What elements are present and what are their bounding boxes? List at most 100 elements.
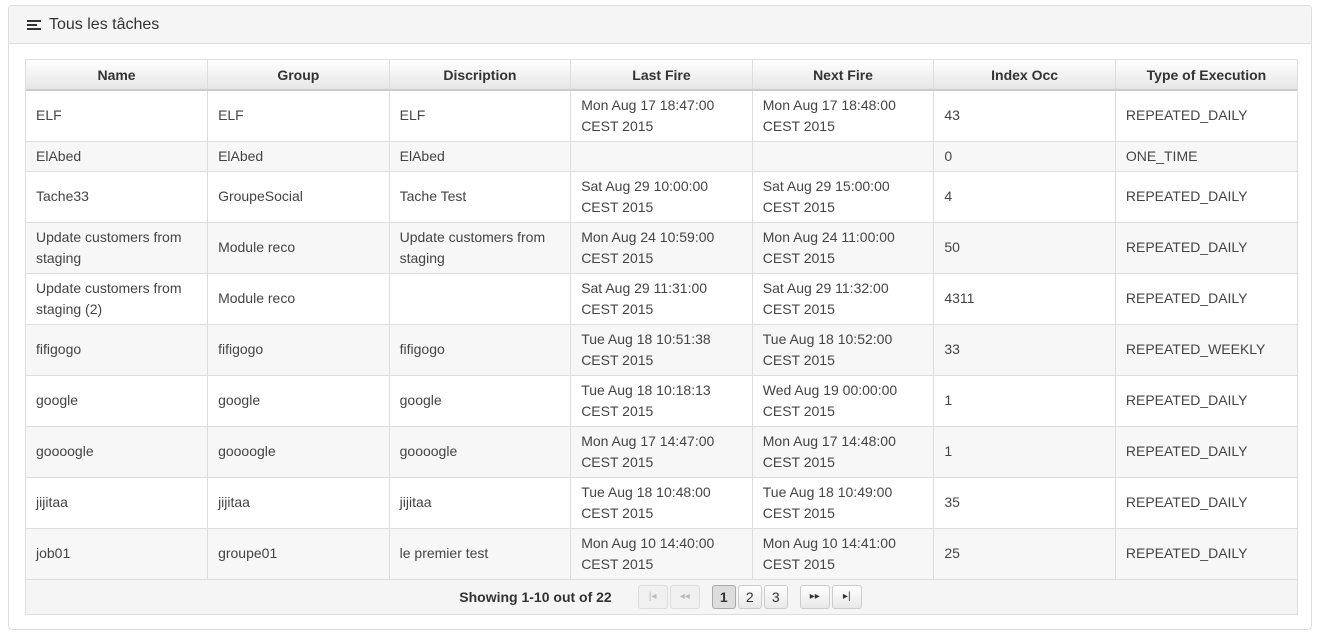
- cell-group: jijitaa: [207, 477, 390, 529]
- cell-index-occ: 4311: [933, 273, 1116, 325]
- cell-name: ElAbed: [26, 141, 209, 172]
- page-button-1[interactable]: 1: [711, 584, 736, 609]
- cell-next-fire: Mon Aug 10 14:41:00 CEST 2015: [752, 528, 935, 580]
- cell-type: REPEATED_DAILY: [1115, 375, 1297, 427]
- cell-next-fire: Mon Aug 24 11:00:00 CEST 2015: [752, 222, 935, 274]
- cell-description: goooogle: [389, 426, 572, 478]
- cell-name: google: [26, 375, 209, 427]
- cell-last-fire: Mon Aug 17 14:47:00 CEST 2015: [570, 426, 753, 478]
- cell-description: Update customers from staging: [389, 222, 572, 274]
- table-row[interactable]: ElAbed ElAbed ElAbed 0 ONE_TIME: [26, 141, 1297, 172]
- cell-last-fire: Mon Aug 10 14:40:00 CEST 2015: [570, 528, 753, 580]
- cell-index-occ: 50: [933, 222, 1116, 274]
- cell-description: le premier test: [389, 528, 572, 580]
- tasks-icon: [27, 19, 41, 30]
- first-page-icon: |◂: [648, 591, 657, 602]
- tasks-grid: Name Group Discription Last Fire Next Fi…: [25, 59, 1298, 615]
- table-row[interactable]: fifigogo fifigogo fifigogo Tue Aug 18 10:51…: [26, 324, 1297, 376]
- cell-description: jijitaa: [389, 477, 572, 529]
- cell-name: fifigogo: [26, 324, 209, 376]
- cell-group: groupe01: [207, 528, 390, 580]
- cell-index-occ: 4: [933, 171, 1116, 223]
- cell-next-fire: Tue Aug 18 10:49:00 CEST 2015: [752, 477, 935, 529]
- column-header-last-fire[interactable]: Last Fire: [570, 60, 753, 91]
- cell-index-occ: 33: [933, 324, 1116, 376]
- cell-group: ELF: [207, 90, 390, 142]
- cell-index-occ: 43: [933, 90, 1116, 142]
- table-row[interactable]: jijitaa jijitaa jijitaa Tue Aug 18 10:48:00…: [26, 477, 1297, 529]
- page-button-3[interactable]: 3: [763, 584, 788, 609]
- table-row[interactable]: Update customers from staging (2) Module …: [26, 273, 1297, 325]
- header-row: Name Group Discription Last Fire Next Fi…: [26, 60, 1297, 91]
- cell-next-fire: Mon Aug 17 18:48:00 CEST 2015: [752, 90, 935, 142]
- cell-group: Module reco: [207, 273, 390, 325]
- tasks-panel: Tous les tâches Name Group Discription L…: [8, 5, 1312, 630]
- cell-name: Update customers from staging (2): [26, 273, 209, 325]
- cell-type: REPEATED_WEEKLY: [1115, 324, 1297, 376]
- cell-next-fire: Wed Aug 19 00:00:00 CEST 2015: [752, 375, 935, 427]
- cell-group: ElAbed: [207, 141, 390, 172]
- cell-last-fire: Tue Aug 18 10:48:00 CEST 2015: [570, 477, 753, 529]
- cell-group: goooogle: [207, 426, 390, 478]
- cell-index-occ: 35: [933, 477, 1116, 529]
- column-header-description[interactable]: Discription: [389, 60, 572, 91]
- cell-next-fire: Sat Aug 29 11:32:00 CEST 2015: [752, 273, 935, 325]
- cell-last-fire: [570, 141, 753, 172]
- cell-next-fire: Tue Aug 18 10:52:00 CEST 2015: [752, 324, 935, 376]
- next-page-button[interactable]: ▸▸: [799, 584, 830, 609]
- table-row[interactable]: Tache33 GroupeSocial Tache Test Sat Aug 29 …: [26, 171, 1297, 223]
- cell-group: Module reco: [207, 222, 390, 274]
- cell-description: google: [389, 375, 572, 427]
- column-header-index-occ[interactable]: Index Occ: [933, 60, 1116, 91]
- table-row[interactable]: goooogle goooogle goooogle Mon Aug 17 14:47…: [26, 426, 1297, 478]
- last-page-icon: ▸|: [842, 591, 851, 602]
- cell-group: google: [207, 375, 390, 427]
- last-page-button[interactable]: ▸|: [831, 584, 862, 609]
- cell-type: REPEATED_DAILY: [1115, 90, 1297, 142]
- cell-next-fire: [752, 141, 935, 172]
- pager-status: Showing 1-10 out of 22: [459, 588, 612, 605]
- prev-page-button[interactable]: ◂◂: [669, 584, 700, 609]
- page-button-2[interactable]: 2: [737, 584, 762, 609]
- cell-description: ElAbed: [389, 141, 572, 172]
- table-row[interactable]: google google google Tue Aug 18 10:18:13 CE…: [26, 375, 1297, 427]
- cell-description: ELF: [389, 90, 572, 142]
- cell-name: goooogle: [26, 426, 209, 478]
- column-header-name[interactable]: Name: [26, 60, 209, 91]
- cell-name: Tache33: [26, 171, 209, 223]
- cell-name: job01: [26, 528, 209, 580]
- cell-next-fire: Mon Aug 17 14:48:00 CEST 2015: [752, 426, 935, 478]
- cell-index-occ: 0: [933, 141, 1116, 172]
- cell-last-fire: Tue Aug 18 10:51:38 CEST 2015: [570, 324, 753, 376]
- cell-name: ELF: [26, 90, 209, 142]
- column-header-next-fire[interactable]: Next Fire: [752, 60, 935, 91]
- column-header-type[interactable]: Type of Execution: [1115, 60, 1297, 91]
- cell-type: REPEATED_DAILY: [1115, 426, 1297, 478]
- next-page-icon: ▸▸: [809, 591, 820, 602]
- cell-type: ONE_TIME: [1115, 141, 1297, 172]
- cell-type: REPEATED_DAILY: [1115, 528, 1297, 580]
- cell-last-fire: Tue Aug 18 10:18:13 CEST 2015: [570, 375, 753, 427]
- table-row[interactable]: job01 groupe01 le premier test Mon Aug 10 1…: [26, 528, 1297, 580]
- cell-next-fire: Sat Aug 29 15:00:00 CEST 2015: [752, 171, 935, 223]
- cell-type: REPEATED_DAILY: [1115, 477, 1297, 529]
- cell-group: GroupeSocial: [207, 171, 390, 223]
- column-header-group[interactable]: Group: [207, 60, 390, 91]
- cell-group: fifigogo: [207, 324, 390, 376]
- cell-index-occ: 25: [933, 528, 1116, 580]
- cell-last-fire: Mon Aug 24 10:59:00 CEST 2015: [570, 222, 753, 274]
- first-page-button[interactable]: |◂: [637, 584, 668, 609]
- cell-last-fire: Mon Aug 17 18:47:00 CEST 2015: [570, 90, 753, 142]
- prev-page-icon: ◂◂: [679, 591, 690, 602]
- cell-last-fire: Sat Aug 29 11:31:00 CEST 2015: [570, 273, 753, 325]
- cell-type: REPEATED_DAILY: [1115, 222, 1297, 274]
- cell-description: fifigogo: [389, 324, 572, 376]
- cell-name: Update customers from staging: [26, 222, 209, 274]
- cell-type: REPEATED_DAILY: [1115, 171, 1297, 223]
- panel-title: Tous les tâches: [49, 15, 160, 33]
- table-row[interactable]: Update customers from staging Module reco…: [26, 222, 1297, 274]
- cell-type: REPEATED_DAILY: [1115, 273, 1297, 325]
- cell-index-occ: 1: [933, 375, 1116, 427]
- table-row[interactable]: ELF ELF ELF Mon Aug 17 18:47:00 CEST 2015 Mo…: [26, 90, 1297, 142]
- tasks-table: Name Group Discription Last Fire Next Fi…: [26, 60, 1297, 580]
